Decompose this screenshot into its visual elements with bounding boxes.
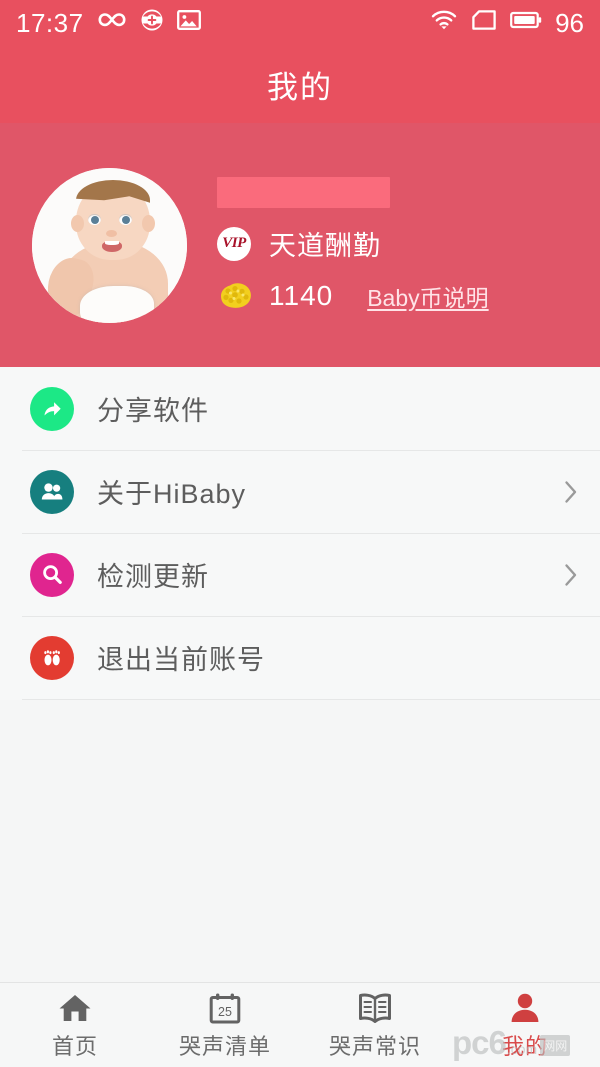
- avatar-photo-ear-left: [71, 214, 84, 232]
- menu-item-label: 检测更新: [97, 562, 209, 592]
- app-screen: 17:37 96 我的 VIP 天道酬勤 1140 Baby币说明 分享软件 关…: [0, 0, 600, 1067]
- nav-item-label: 哭声常识: [328, 1033, 421, 1059]
- people-icon: [30, 469, 74, 514]
- avatar-photo-ear-right: [142, 214, 155, 232]
- status-bar: 17:37 96: [0, 0, 600, 45]
- status-bar-left: 17:37: [16, 8, 201, 37]
- bottom-navigation-bar: 首页 25 哭声清单 哭声常识 我的: [0, 982, 600, 1067]
- share-icon: [30, 386, 74, 431]
- menu-item-check-update[interactable]: 检测更新: [0, 533, 600, 616]
- profile-header: VIP 天道酬勤 1140 Baby币说明: [0, 123, 600, 367]
- coin-amount: 1140: [269, 280, 334, 311]
- profile-nickname: 天道酬勤: [269, 231, 381, 261]
- svg-text:25: 25: [218, 1005, 232, 1019]
- nav-item-home[interactable]: 首页: [0, 983, 150, 1067]
- status-time: 17:37: [16, 7, 84, 38]
- menu-item-label: 退出当前账号: [97, 645, 265, 675]
- chevron-right-icon: [564, 480, 578, 504]
- profile-info: VIP 天道酬勤 1140 Baby币说明: [217, 177, 489, 313]
- calendar-icon: 25: [208, 990, 242, 1024]
- gold-coin-icon: [217, 282, 253, 310]
- vip-badge-label: VIP: [222, 235, 246, 251]
- nav-item-cry-list[interactable]: 25 哭声清单: [150, 983, 300, 1067]
- avatar-photo-diaper: [80, 285, 154, 323]
- nav-item-cry-knowledge[interactable]: 哭声常识: [300, 983, 450, 1067]
- nav-item-label: 哭声清单: [178, 1033, 271, 1059]
- battery-icon: [510, 10, 542, 35]
- nav-item-label: 我的: [501, 1033, 548, 1059]
- nav-item-mine[interactable]: 我的: [450, 983, 600, 1067]
- username-redacted-bar: [217, 177, 390, 208]
- nav-item-label: 首页: [51, 1033, 98, 1059]
- home-icon: [57, 990, 93, 1024]
- menu-bottom-divider: [0, 699, 600, 700]
- chevron-right-icon: [564, 563, 578, 587]
- menu-item-share-app[interactable]: 分享软件: [0, 367, 600, 450]
- avatar[interactable]: [32, 167, 187, 323]
- coin-row: 1140 Baby币说明: [217, 279, 489, 313]
- wifi-icon: [430, 9, 458, 36]
- avatar-photo-pupil-right: [122, 215, 130, 224]
- page-title: 我的: [267, 69, 333, 105]
- avatar-photo-pupil-left: [91, 215, 99, 224]
- vip-badge: VIP: [217, 226, 251, 261]
- search-icon: [30, 552, 74, 597]
- sim-card-icon: [471, 9, 497, 36]
- menu-item-label: 分享软件: [97, 396, 209, 426]
- book-icon: [357, 990, 393, 1024]
- avatar-photo-mouth: [102, 240, 122, 252]
- person-icon: [509, 990, 541, 1024]
- baby-coin-info-link[interactable]: Baby币说明: [367, 279, 488, 313]
- sync-icon: [140, 8, 164, 37]
- status-bar-right: 96: [430, 9, 584, 36]
- menu-item-logout[interactable]: 退出当前账号: [0, 616, 600, 699]
- gallery-icon: [176, 9, 201, 36]
- infinity-icon: [97, 9, 127, 36]
- vip-row: VIP 天道酬勤: [217, 224, 489, 263]
- menu-item-label: 关于HiBaby: [97, 479, 247, 509]
- settings-menu: 分享软件 关于HiBaby 检测更新 退出当前账号: [0, 367, 600, 700]
- avatar-photo-nose: [106, 229, 117, 237]
- menu-item-about-hibaby[interactable]: 关于HiBaby: [0, 450, 600, 533]
- footprints-icon: [30, 635, 74, 680]
- battery-percent: 96: [555, 7, 584, 38]
- app-title-bar: 我的: [0, 45, 600, 123]
